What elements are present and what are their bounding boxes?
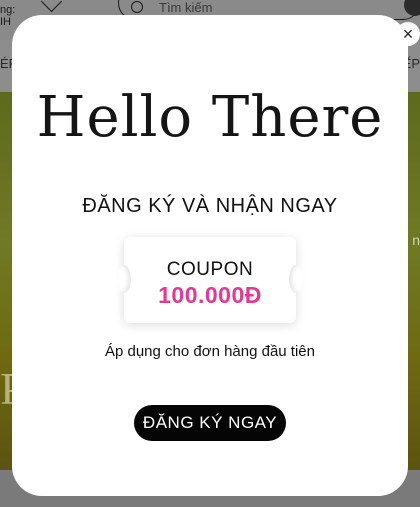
popup-subtitle: ĐĂNG KÝ VÀ NHẬN NGAY	[82, 195, 338, 217]
search-icon	[131, 1, 143, 13]
popup-title: Hello There	[36, 85, 384, 150]
coupon-card: COUPON 100.000Đ	[117, 237, 303, 323]
signup-popup: Hello There ĐĂNG KÝ VÀ NHẬN NGAY COUPON …	[12, 15, 408, 496]
heart-icon[interactable]	[40, 0, 63, 13]
header-label: ng: IH	[0, 4, 16, 28]
close-icon[interactable]: ×	[396, 22, 420, 46]
signup-button[interactable]: ĐĂNG KÝ NGAY	[134, 405, 286, 441]
coupon-amount: 100.000Đ	[158, 282, 262, 308]
banner-right-text: n	[412, 232, 420, 248]
coupon-note: Áp dụng cho đơn hàng đầu tiên	[104, 343, 315, 360]
coupon-label: COUPON	[166, 259, 254, 280]
search-placeholder: Tìm kiếm	[159, 0, 213, 15]
